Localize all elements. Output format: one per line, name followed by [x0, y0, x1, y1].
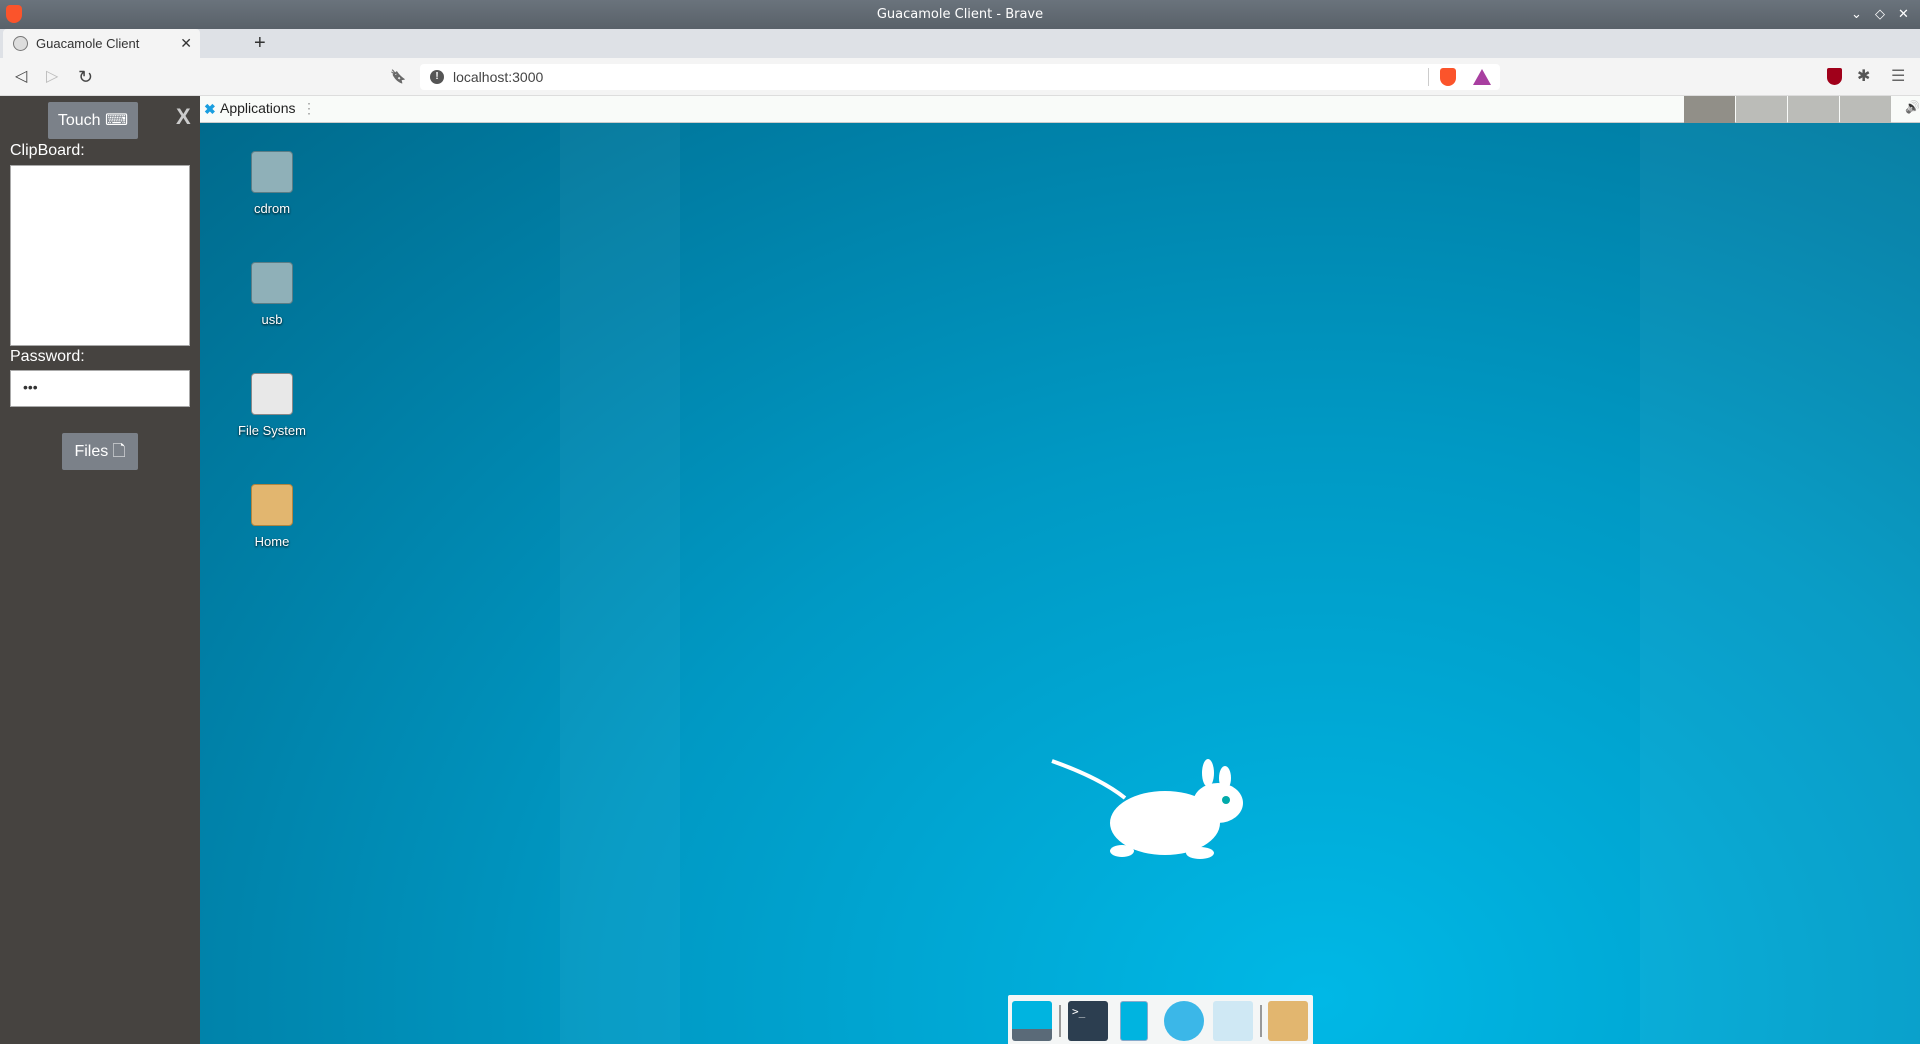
extensions-icon[interactable]: ✱: [1857, 58, 1870, 96]
guacamole-favicon-icon: [13, 36, 28, 51]
usb-drive-icon: [251, 262, 293, 304]
reload-button[interactable]: ↻: [78, 58, 93, 96]
window-title: Guacamole Client - Brave: [876, 7, 1044, 22]
workspace-1[interactable]: [1684, 96, 1735, 123]
window-titlebar: Guacamole Client - Brave ⌄ ◇ ✕: [0, 0, 1920, 29]
brave-rewards-icon[interactable]: [1473, 69, 1491, 85]
cdrom-icon: [251, 151, 293, 193]
desktop-icon-usb[interactable]: usb: [222, 262, 322, 327]
show-desktop-icon[interactable]: [1012, 1001, 1052, 1041]
divider: [1428, 68, 1429, 86]
brave-logo-icon: [6, 5, 22, 23]
icon-label: File System: [238, 423, 306, 438]
touch-keyboard-button[interactable]: Touch ⌨: [48, 102, 138, 139]
desktop-icon-home[interactable]: Home: [222, 484, 322, 549]
tab-close-button[interactable]: ✕: [180, 29, 192, 58]
file-manager-icon[interactable]: [1120, 1001, 1148, 1041]
clipboard-label: ClipBoard:: [10, 142, 85, 159]
app-finder-icon[interactable]: [1213, 1001, 1253, 1041]
site-info-icon[interactable]: !: [430, 70, 444, 84]
desktop-icon-file-system[interactable]: File System: [222, 373, 322, 438]
forward-button[interactable]: ▷: [46, 58, 58, 96]
browser-menu-button[interactable]: ☰: [1891, 58, 1905, 96]
panel-handle: ⋮: [302, 100, 316, 116]
xfce-mouse-logo: [1051, 759, 1243, 859]
drive-icon: [251, 373, 293, 415]
tab-bar: Guacamole Client ✕ +: [0, 29, 1920, 58]
back-button[interactable]: ◁: [15, 58, 27, 96]
dock-panel: >_: [1008, 995, 1313, 1044]
dock-separator: [1059, 1005, 1061, 1037]
terminal-icon[interactable]: >_: [1068, 1001, 1108, 1041]
close-window-button[interactable]: ✕: [1898, 0, 1909, 29]
tab-label: Guacamole Client: [36, 36, 140, 51]
icon-label: usb: [261, 312, 283, 327]
brave-shields-icon[interactable]: [1440, 68, 1456, 86]
dock-separator: [1260, 1005, 1262, 1037]
minimize-button[interactable]: ⌄: [1851, 0, 1862, 29]
xfce-logo-icon: ✖: [204, 101, 216, 117]
tab-guacamole-client[interactable]: Guacamole Client ✕: [3, 29, 200, 58]
ublock-origin-icon[interactable]: [1827, 68, 1842, 85]
workspace-2[interactable]: [1736, 96, 1787, 123]
close-sidebar-button[interactable]: X: [176, 104, 191, 130]
wallpaper-stripe: [1640, 123, 1920, 1044]
guacamole-sidebar: Touch ⌨ X ClipBoard: Password: ••• Files…: [0, 96, 200, 1044]
wallpaper-stripe: [560, 123, 680, 1044]
desktop[interactable]: cdrom usb File System Home >_: [200, 123, 1920, 1044]
volume-icon[interactable]: 🔊: [1905, 100, 1920, 114]
url-text: localhost:3000: [453, 69, 544, 85]
workspace-4[interactable]: [1840, 96, 1891, 123]
bookmark-button[interactable]: 🔖: [390, 58, 406, 96]
desktop-icon-cdrom[interactable]: cdrom: [222, 151, 322, 216]
navigation-bar: ◁ ▷ ↻ 🔖 ! localhost:3000 ✱ ☰: [0, 58, 1920, 96]
applications-menu[interactable]: Applications: [220, 100, 296, 116]
folder-icon[interactable]: [1268, 1001, 1308, 1041]
address-bar[interactable]: ! localhost:3000: [420, 64, 1500, 90]
icon-label: Home: [254, 534, 290, 549]
home-folder-icon: [251, 484, 293, 526]
password-input[interactable]: •••: [10, 370, 190, 407]
xfce-top-panel: ✖ Applications ⋮ 🔊: [200, 96, 1920, 123]
icon-label: cdrom: [253, 201, 291, 216]
web-browser-icon[interactable]: [1164, 1001, 1204, 1041]
maximize-button[interactable]: ◇: [1875, 0, 1885, 29]
new-tab-button[interactable]: +: [254, 29, 266, 58]
password-label: Password:: [10, 348, 85, 365]
workspace-3[interactable]: [1788, 96, 1839, 123]
files-button[interactable]: Files 🗋: [62, 433, 138, 470]
clipboard-textarea[interactable]: [10, 165, 190, 346]
